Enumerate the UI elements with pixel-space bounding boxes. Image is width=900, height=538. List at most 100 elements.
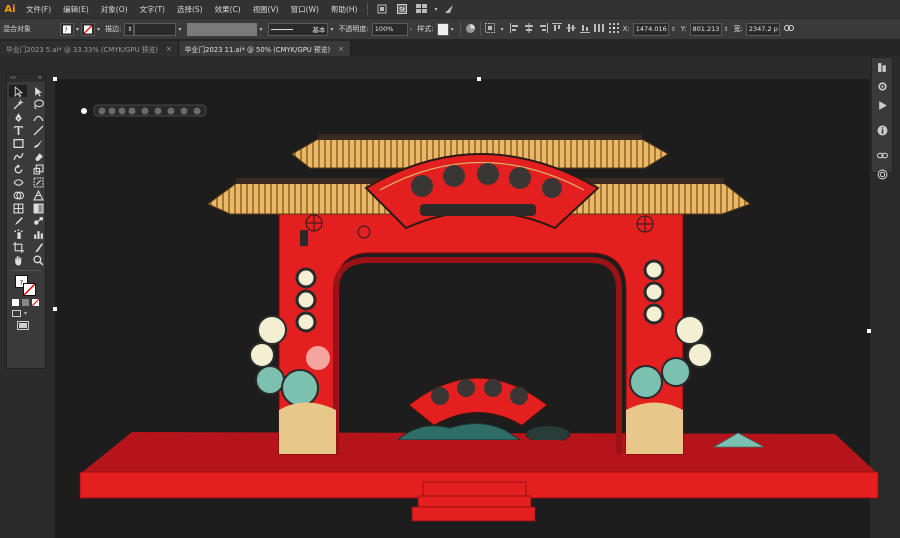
align-right-icon[interactable] <box>538 23 548 35</box>
transform-reference-icon[interactable] <box>608 23 619 35</box>
menu-effect[interactable]: 效果(C) <box>209 4 247 15</box>
blend-tool-icon[interactable] <box>29 215 47 227</box>
chevron-down-icon[interactable]: ▾ <box>97 26 100 33</box>
menu-type[interactable]: 文字(T) <box>134 4 171 15</box>
rectangle-tool-icon[interactable] <box>9 137 27 149</box>
tab-document-5[interactable]: 毕业门2023 5.ai* @ 33.33% (CMYK/GPU 预览) × <box>0 41 179 56</box>
tools-panel-header[interactable]: «« × <box>7 74 45 82</box>
menu-view[interactable]: 视图(V) <box>247 4 285 15</box>
chevron-down-icon[interactable]: ▾ <box>501 26 504 33</box>
close-icon[interactable]: × <box>166 45 172 53</box>
menu-help[interactable]: 帮助(H) <box>325 4 364 15</box>
chevron-down-icon[interactable]: ▾ <box>451 26 454 33</box>
links-icon[interactable] <box>876 150 888 163</box>
align-center-icon[interactable] <box>524 23 534 35</box>
color-fill-button[interactable] <box>12 299 19 306</box>
chevron-down-icon[interactable]: ▾ <box>330 26 333 33</box>
bridge-icon[interactable] <box>375 3 389 15</box>
artboard-tool-icon[interactable] <box>9 241 27 253</box>
align-left-icon[interactable] <box>509 23 520 35</box>
shape-builder-tool-icon[interactable] <box>9 189 27 201</box>
chevron-down-icon[interactable]: ▾ <box>178 26 181 33</box>
stock-icon[interactable]: St <box>395 3 409 15</box>
opacity-input[interactable]: 100% <box>371 22 408 36</box>
menu-window[interactable]: 窗口(W) <box>285 4 325 15</box>
bounding-box-handle[interactable] <box>53 77 57 81</box>
menu-edit[interactable]: 编辑(E) <box>57 4 95 15</box>
constrain-proportions-icon[interactable] <box>783 24 794 34</box>
bounding-box-handle[interactable] <box>477 77 481 81</box>
chevron-down-icon[interactable]: ▾ <box>434 6 437 13</box>
draw-mode-icon[interactable] <box>12 310 21 317</box>
close-icon[interactable]: × <box>38 75 42 81</box>
symbol-sprayer-tool-icon[interactable] <box>9 228 27 240</box>
x-input[interactable]: 1474.016 <box>632 22 669 36</box>
column-graph-tool-icon[interactable] <box>29 228 47 240</box>
align-bottom-icon[interactable] <box>579 23 590 35</box>
stroke-weight-input[interactable] <box>134 22 177 36</box>
gpu-performance-icon[interactable] <box>442 3 456 15</box>
stroke-swatch[interactable] <box>23 283 36 296</box>
mesh-tool-icon[interactable] <box>9 202 27 214</box>
close-icon[interactable]: × <box>338 45 344 53</box>
w-input[interactable]: 2347.2 p <box>745 22 780 36</box>
menu-object[interactable]: 对象(O) <box>95 4 134 15</box>
chevron-right-icon[interactable]: › <box>410 26 412 33</box>
collapse-icon[interactable]: «« <box>10 75 16 81</box>
line-tool-icon[interactable] <box>29 124 47 136</box>
lasso-tool-icon[interactable] <box>29 98 47 110</box>
none-fill-button[interactable] <box>32 299 39 306</box>
fill-stroke-widget[interactable]: ? <box>15 275 45 299</box>
scale-tool-icon[interactable] <box>29 163 47 175</box>
pen-tool-icon[interactable] <box>9 111 27 123</box>
play-actions-icon[interactable] <box>877 100 888 113</box>
stroke-weight-stepper[interactable]: ⇕ <box>124 22 135 36</box>
chevron-down-icon[interactable]: ▾ <box>24 310 27 317</box>
stepper-icon[interactable]: ⇕ <box>724 26 729 33</box>
align-to-icon[interactable] <box>484 23 499 35</box>
artboard[interactable] <box>55 79 870 538</box>
gradient-fill-button[interactable] <box>22 299 29 306</box>
bounding-box-handle[interactable] <box>867 329 871 333</box>
brush-definition-select[interactable]: 基本 <box>268 22 329 36</box>
menu-select[interactable]: 选择(S) <box>171 4 209 15</box>
zoom-tool-icon[interactable] <box>29 254 47 266</box>
variable-width-profile[interactable] <box>187 22 258 36</box>
y-input[interactable]: 801.213 <box>689 22 722 36</box>
perspective-grid-tool-icon[interactable] <box>29 189 47 201</box>
align-middle-icon[interactable] <box>565 23 576 35</box>
creative-cloud-icon[interactable] <box>877 169 888 182</box>
recolor-artwork-icon[interactable] <box>465 23 476 36</box>
chevron-down-icon[interactable]: ▾ <box>259 26 262 33</box>
properties-icon[interactable] <box>877 81 888 94</box>
stroke-swatch[interactable] <box>81 22 96 36</box>
selection-tool-icon[interactable] <box>9 85 27 97</box>
bounding-box-handle[interactable] <box>53 307 57 311</box>
menu-file[interactable]: 文件(F) <box>20 4 57 15</box>
paintbrush-tool-icon[interactable] <box>29 137 47 149</box>
screen-mode-icon[interactable] <box>17 321 45 332</box>
eraser-tool-icon[interactable] <box>29 150 47 162</box>
graphic-style-swatch[interactable] <box>436 22 449 36</box>
rotate-tool-icon[interactable] <box>9 163 27 175</box>
shaper-tool-icon[interactable] <box>9 150 27 162</box>
align-top-icon[interactable] <box>551 23 562 35</box>
info-icon[interactable] <box>877 125 888 138</box>
distribute-icon[interactable] <box>593 23 604 35</box>
stepper-icon[interactable]: ⇕ <box>671 26 676 33</box>
arrange-documents-icon[interactable] <box>415 3 429 15</box>
magic-wand-tool-icon[interactable] <box>9 98 27 110</box>
free-transform-tool-icon[interactable] <box>29 176 47 188</box>
fill-swatch[interactable]: ? <box>60 22 74 36</box>
tab-document-11[interactable]: 毕业门2023 11.ai* @ 50% (CMYK/GPU 预览) × <box>178 41 352 56</box>
libraries-icon[interactable] <box>877 62 888 75</box>
slice-tool-icon[interactable] <box>29 241 47 253</box>
chevron-down-icon[interactable]: ▾ <box>76 26 79 33</box>
gradient-tool-icon[interactable] <box>29 202 47 214</box>
type-tool-icon[interactable] <box>9 124 27 136</box>
direct-selection-tool-icon[interactable] <box>29 85 47 97</box>
width-tool-icon[interactable] <box>9 176 27 188</box>
hand-tool-icon[interactable] <box>9 254 27 266</box>
curvature-tool-icon[interactable] <box>29 111 47 123</box>
eyedropper-tool-icon[interactable] <box>9 215 27 227</box>
